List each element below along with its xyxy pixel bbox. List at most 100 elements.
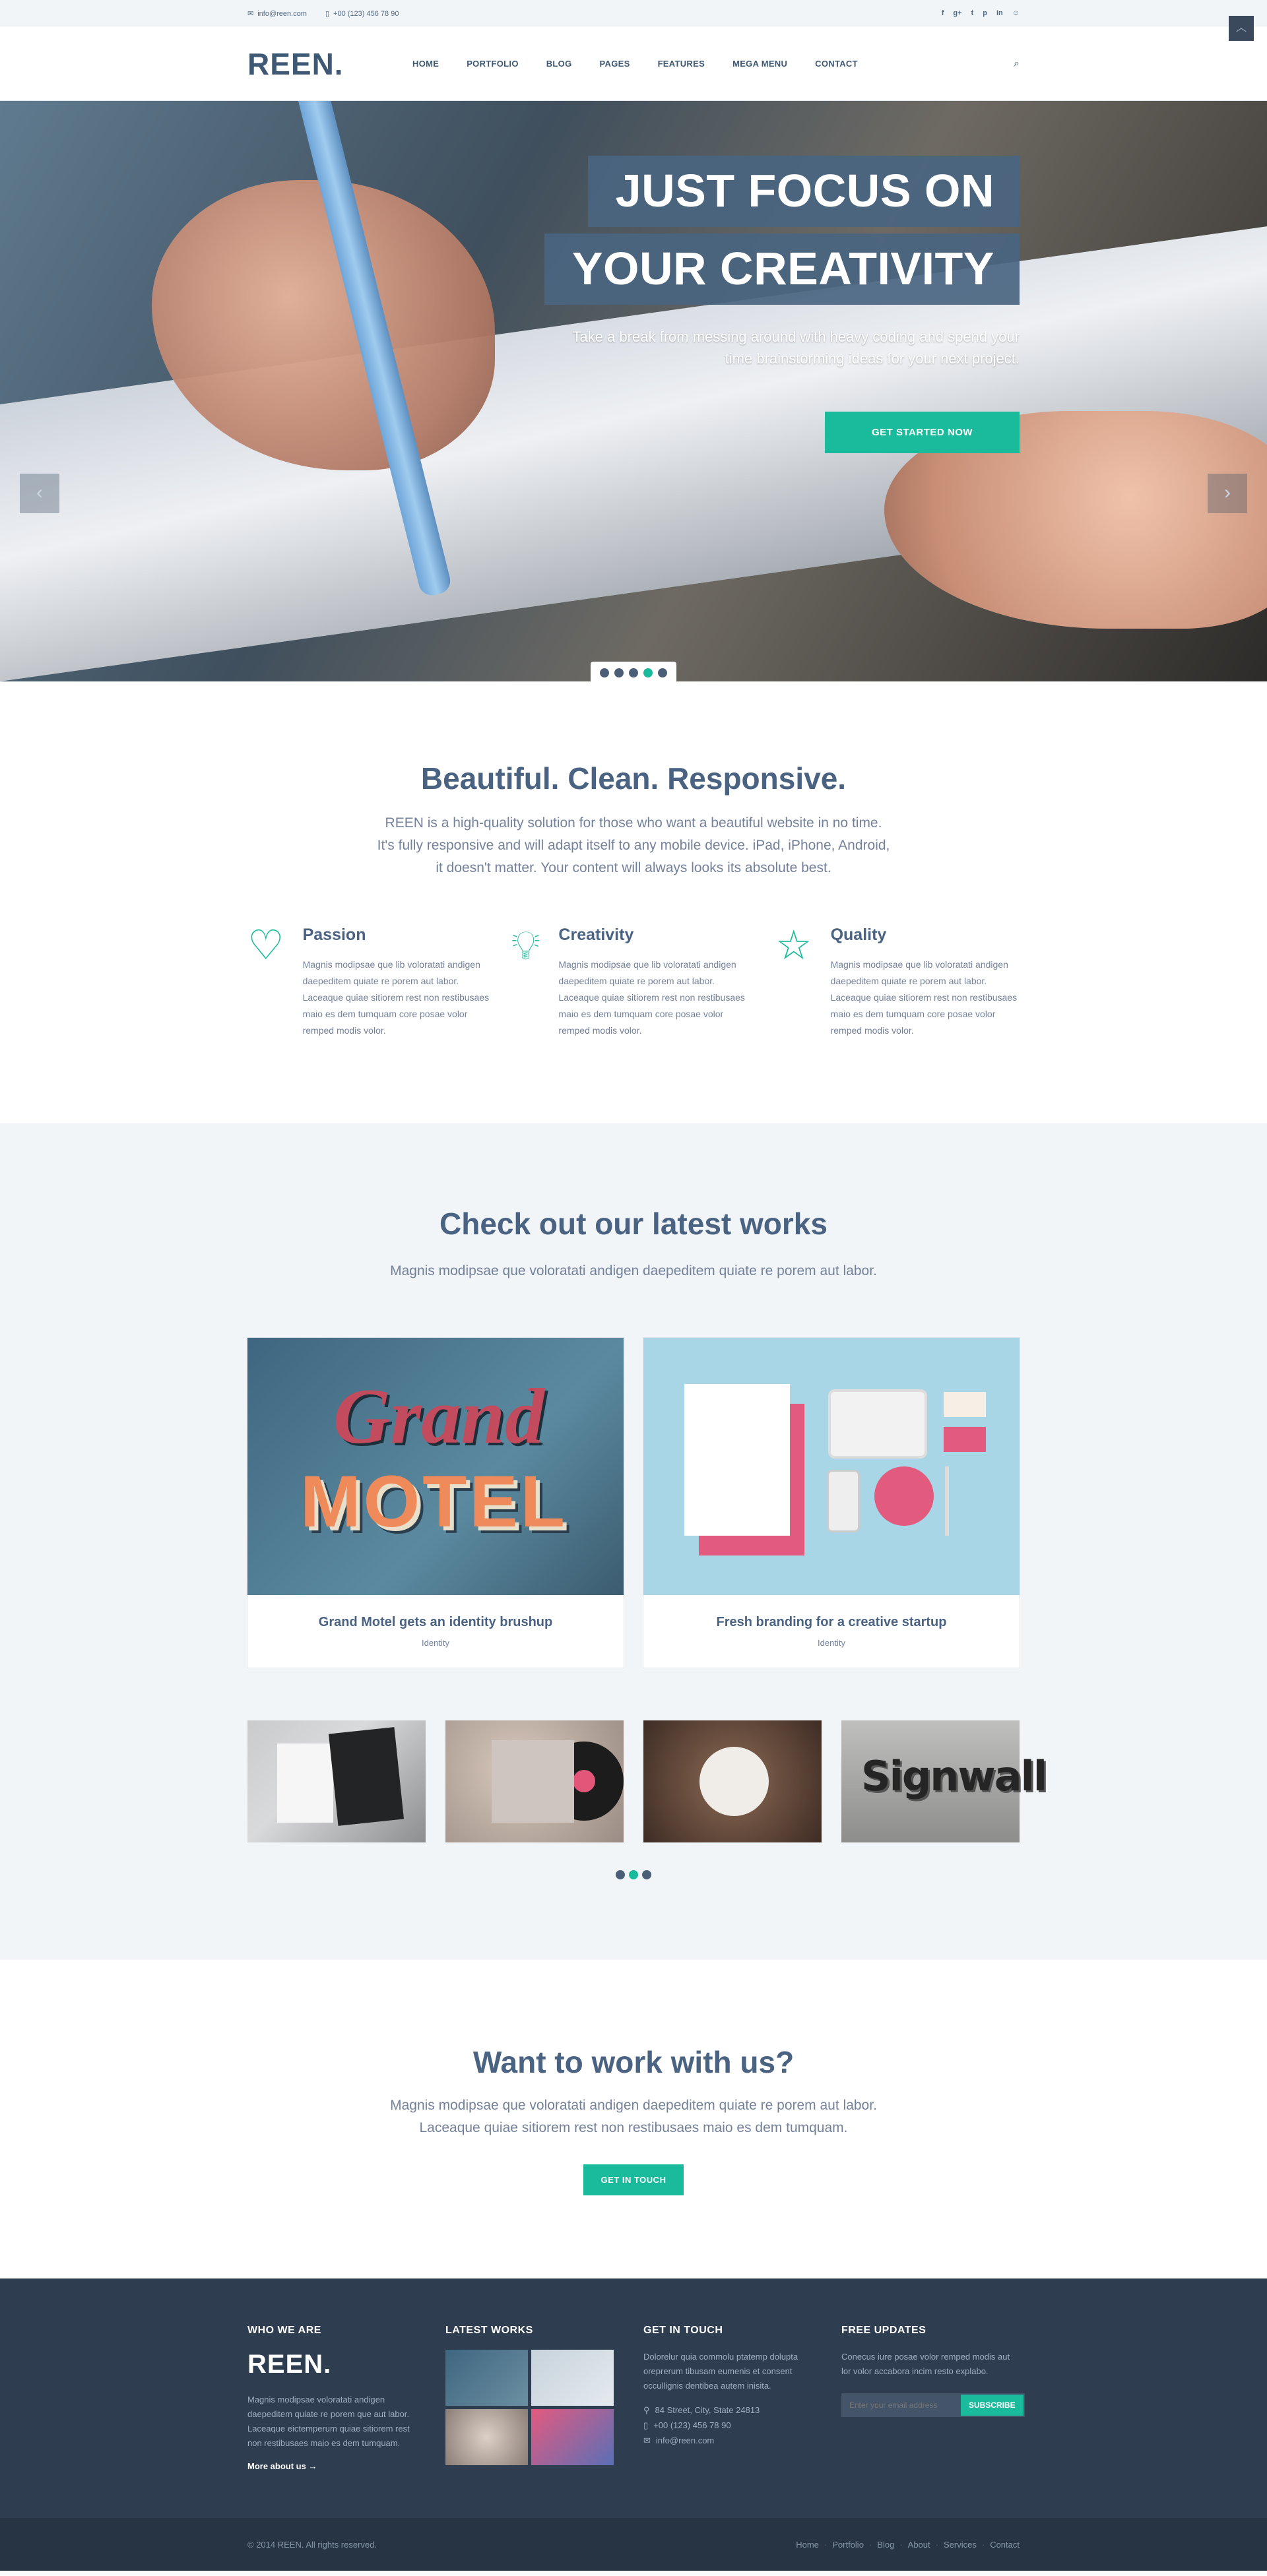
work-thumb-stationery[interactable]	[247, 1720, 426, 1842]
navbar: REEN. HOME PORTFOLIO BLOG PAGES FEATURES…	[0, 26, 1267, 101]
works-dot-2[interactable]	[629, 1870, 638, 1879]
get-in-touch-button[interactable]: GET IN TOUCH	[583, 2164, 684, 2195]
work-thumb-signwall[interactable]: Signwall	[841, 1720, 1047, 1842]
works-title: Check out our latest works	[439, 1207, 828, 1241]
footer-heading: GET IN TOUCH	[643, 2325, 723, 2336]
footer-phone-text: +00 (123) 456 78 90	[653, 2420, 731, 2430]
footer-logo[interactable]: REEN.	[247, 2350, 426, 2379]
work-card-title[interactable]: Fresh branding for a creative startup	[643, 1615, 1020, 1630]
works-dot-3[interactable]	[642, 1870, 651, 1879]
topbar-phone-text: +00 (123) 456 78 90	[333, 9, 399, 18]
feature-text: Magnis modipsae que lib voloratati andig…	[302, 959, 490, 1036]
features-lead-line2: It's fully responsive and will adapt its…	[377, 838, 890, 853]
subscribe-button[interactable]: SUBSCRIBE	[959, 2393, 1025, 2417]
topbar: ✉ info@reen.com ▯ +00 (123) 456 78 90 f g+…	[0, 0, 1267, 26]
footer-address: ⚲ 84 Street, City, State 24813	[643, 2403, 822, 2418]
signwall-art-text: Signwall	[861, 1752, 1047, 1800]
work-card-grand-motel[interactable]: Grand MOTEL Grand Motel gets an identity…	[247, 1338, 624, 1668]
nav-home[interactable]: HOME	[412, 59, 439, 69]
footer-link-services[interactable]: Services	[944, 2540, 977, 2550]
slider-next-button[interactable]: ›	[1208, 474, 1247, 513]
footer-work-thumb[interactable]	[531, 2350, 614, 2406]
hero-title-line2: YOUR CREATIVITY	[544, 234, 1020, 305]
mail-icon: ✉	[643, 2435, 651, 2445]
phone-icon: ▯	[325, 9, 330, 18]
logo[interactable]: REEN.	[247, 46, 412, 82]
footer-work-thumb[interactable]	[445, 2409, 528, 2465]
nav-portfolio[interactable]: PORTFOLIO	[467, 59, 519, 69]
nav-mega-menu[interactable]: MEGA MENU	[732, 59, 787, 69]
footer-link-contact[interactable]: Contact	[990, 2540, 1020, 2550]
hero-caption: JUST FOCUS ON YOUR CREATIVITY Take a bre…	[544, 156, 1020, 453]
nav-blog[interactable]: BLOG	[546, 59, 572, 69]
works-dot-1[interactable]	[616, 1870, 625, 1879]
footer-about-text: Magnis modipsae voloratati andigen daepe…	[247, 2395, 410, 2448]
work-card-title[interactable]: Grand Motel gets an identity brushup	[247, 1615, 624, 1630]
get-started-button[interactable]: GET STARTED NOW	[825, 412, 1020, 453]
twitter-icon[interactable]: t	[971, 9, 974, 17]
footer-work-thumb[interactable]	[531, 2409, 614, 2465]
slider-dot-1[interactable]	[600, 668, 609, 677]
slider-dot-3[interactable]	[629, 668, 638, 677]
grand-motel-art-word: MOTEL	[300, 1461, 568, 1542]
slider-pagination	[591, 662, 676, 681]
slider-prev-button[interactable]: ‹	[20, 474, 59, 513]
footer-heading: WHO WE ARE	[247, 2325, 321, 2336]
footer-heading: LATEST WORKS	[445, 2325, 533, 2336]
slider-dot-2[interactable]	[614, 668, 624, 677]
nav-pages[interactable]: PAGES	[600, 59, 630, 69]
email-field[interactable]	[841, 2393, 959, 2417]
copyright: © 2014 REEN. All rights reserved.	[247, 2539, 377, 2550]
features-title: Beautiful. Clean. Responsive.	[420, 761, 847, 796]
footer-work-thumb[interactable]	[445, 2350, 528, 2406]
topbar-phone: ▯ +00 (123) 456 78 90	[325, 9, 399, 18]
slider-dot-5[interactable]	[658, 668, 667, 677]
nav-features[interactable]: FEATURES	[658, 59, 705, 69]
search-icon[interactable]: ⌕	[1014, 58, 1020, 70]
feature-creativity: 💡︎ Creativity Magnis modipsae que lib vol…	[511, 926, 756, 1039]
facebook-icon[interactable]: f	[942, 9, 944, 17]
works-lead: Magnis modipsae que voloratati andigen d…	[390, 1263, 877, 1278]
works-carousel: Signwall	[247, 1720, 1047, 1842]
nav-contact[interactable]: CONTACT	[815, 59, 858, 69]
work-thumb-vinyl[interactable]	[445, 1720, 624, 1842]
back-to-top-button[interactable]: ︿	[1229, 16, 1254, 41]
works-pagination	[247, 1870, 1020, 1879]
footer-link-portfolio[interactable]: Portfolio	[832, 2540, 864, 2550]
footer-link-blog[interactable]: Blog	[877, 2540, 894, 2550]
lightbulb-icon: 💡︎	[511, 923, 540, 968]
work-card-tag: Identity	[422, 1638, 449, 1648]
branding-image	[643, 1338, 1020, 1595]
cta-lead-line2: Laceaque quiae sitiorem rest non restibu…	[419, 2120, 848, 2135]
features-row: ♡ Passion Magnis modipsae que lib volorat…	[247, 926, 1020, 1039]
work-card-branding[interactable]: Fresh branding for a creative startup Id…	[643, 1338, 1020, 1668]
footer-address-text: 84 Street, City, State 24813	[655, 2405, 760, 2415]
work-card-tag: Identity	[818, 1638, 845, 1648]
footer-email[interactable]: ✉ info@reen.com	[643, 2433, 822, 2448]
featured-works: Grand MOTEL Grand Motel gets an identity…	[247, 1338, 1020, 1668]
footer: WHO WE ARE REEN. Magnis modipsae volorat…	[0, 2278, 1267, 2518]
linkedin-icon[interactable]: in	[996, 9, 1003, 17]
pinterest-icon[interactable]: p	[983, 9, 987, 17]
cta-section: Want to work with us? Magnis modipsae qu…	[0, 1960, 1267, 2278]
footer-bottom: © 2014 REEN. All rights reserved. Home · …	[0, 16, 1267, 2571]
topbar-email[interactable]: ✉ info@reen.com	[247, 9, 307, 18]
subscribe-form: SUBSCRIBE	[841, 2393, 1025, 2417]
footer-links: Home · Portfolio · Blog · About · Services · …	[796, 2539, 1020, 2550]
features-lead-line3: it doesn't matter. Your content will alw…	[436, 860, 831, 875]
work-thumb-badge[interactable]	[643, 1720, 822, 1842]
google-plus-icon[interactable]: g+	[953, 9, 961, 17]
footer-link-home[interactable]: Home	[796, 2540, 819, 2550]
hero-subtitle-line1: Take a break from messing around with he…	[572, 329, 1020, 345]
more-about-link[interactable]: More about us →	[247, 2461, 426, 2471]
dribbble-icon[interactable]: ☺	[1012, 9, 1020, 17]
feature-text: Magnis modipsae que lib voloratati andig…	[558, 959, 745, 1036]
topbar-contact: ✉ info@reen.com ▯ +00 (123) 456 78 90	[247, 9, 399, 18]
cta-lead-line1: Magnis modipsae que voloratati andigen d…	[390, 2098, 877, 2113]
footer-link-about[interactable]: About	[908, 2540, 930, 2550]
cta-lead: Magnis modipsae que voloratati andigen d…	[247, 2094, 1020, 2139]
footer-heading: FREE UPDATES	[841, 2325, 926, 2336]
feature-passion: ♡ Passion Magnis modipsae que lib volorat…	[247, 926, 492, 1039]
feature-quality: ☆ Quality Magnis modipsae que lib volorat…	[775, 926, 1020, 1039]
slider-dot-4[interactable]	[643, 668, 653, 677]
